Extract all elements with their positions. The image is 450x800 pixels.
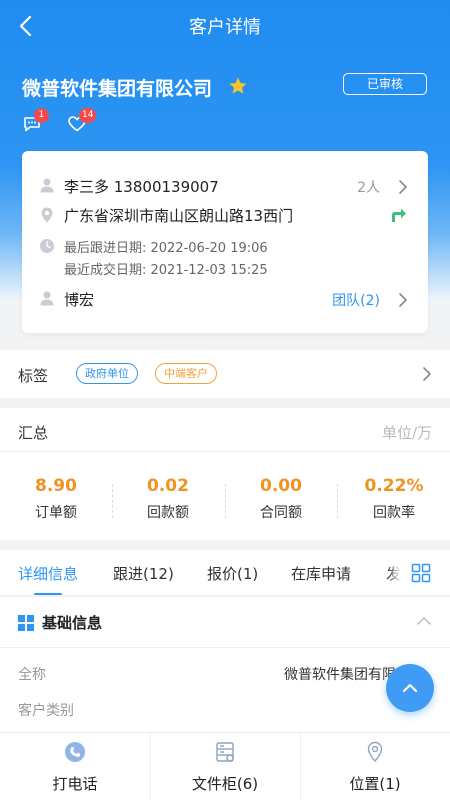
contact-count: 2人 [357,180,380,196]
grid-icon [411,563,431,583]
summary-unit: 单位/万 [381,424,432,442]
stat-label: 回款额 [147,505,189,521]
stat-payment-rate: 0.22% 回款率 [338,476,450,522]
summary-title: 汇总 [18,424,49,442]
address-text: 广东省深圳市南山区朗山路13西门 [64,207,294,225]
scroll-top-button[interactable] [386,664,434,712]
message-count-badge: 1 [34,108,49,123]
tags-label: 标签 [18,367,49,385]
person-icon [40,291,54,306]
call-label: 打电话 [52,775,98,793]
arrow-up-icon [402,683,418,693]
file-cabinet-button[interactable]: 文件柜(6) [150,733,300,800]
stat-label: 合同额 [260,505,302,521]
chevron-up-icon[interactable] [416,616,432,626]
chevron-right-icon [423,367,431,381]
last-follow-date: 最后跟进日期: 2022-06-20 19:06 [64,241,268,256]
tab-details[interactable]: 详细信息 [18,563,78,584]
page-title: 客户详情 [189,17,261,38]
location-button[interactable]: 位置(1) [300,733,450,800]
stat-value: 8.90 [35,476,77,496]
call-button[interactable]: 打电话 [0,733,150,800]
location-icon [367,741,383,763]
audit-status-badge: 已审核 [343,73,427,95]
stat-value: 0.22% [364,476,424,496]
company-name: 微普软件集团有限公司 [22,78,213,100]
location-label: 位置(1) [349,775,401,793]
person-icon [40,178,54,193]
tab-bar: 详细信息 跟进(12) 报价(1) 在库申请 发 [0,550,450,596]
divider [0,647,450,648]
field-label-full-name: 全称 [18,667,46,683]
tags-section[interactable]: 标签 政府单位 中端客户 [0,350,450,398]
clock-icon [40,239,54,253]
owner-name: 博宏 [64,291,95,309]
tab-more[interactable]: 发 [386,563,401,584]
stat-contract-amount: 0.00 合同额 [225,476,337,522]
stat-label: 回款率 [373,505,415,521]
stat-order-amount: 8.90 订单额 [0,476,112,522]
active-tab-indicator [34,593,62,595]
chevron-right-icon [399,293,407,307]
tab-grid-button[interactable] [400,550,450,595]
stat-value: 0.00 [260,476,302,496]
navigate-route-icon[interactable] [388,205,408,225]
contact-name-phone: 李三多 13800139007 [64,178,219,196]
file-cabinet-label: 文件柜(6) [191,775,259,793]
stat-payment-amount: 0.02 回款额 [112,476,224,522]
section-title: 基础信息 [42,614,103,632]
phone-icon [65,742,85,762]
last-deal-date: 最近成交日期: 2021-12-03 15:25 [64,263,268,278]
tab-stock-request[interactable]: 在库申请 [291,563,351,584]
like-count-badge: 14 [79,108,97,123]
tab-follow-up[interactable]: 跟进(12) [113,563,174,584]
file-cabinet-icon [216,742,234,762]
tag-government: 政府单位 [76,363,138,384]
chevron-right-icon [399,180,407,194]
bottom-action-bar: 打电话 文件柜(6) 位置(1) [0,732,450,800]
tag-midrange-customer: 中端客户 [155,363,217,384]
stat-value: 0.02 [147,476,189,496]
field-label-customer-type: 客户类别 [18,703,74,719]
tab-quotes[interactable]: 报价(1) [207,563,258,584]
summary-section: 汇总 单位/万 8.90 订单额 0.02 回款额 0.00 合同额 0.22%… [0,408,450,540]
favorite-star-icon[interactable] [228,76,248,96]
stat-label: 订单额 [35,505,77,521]
location-pin-icon [41,207,53,223]
contact-card: 李三多 13800139007 2人 广东省深圳市南山区朗山路13西门 最后跟进… [22,151,428,333]
divider [0,451,450,452]
basic-info-section: 基础信息 全称 微普软件集团有限公司 客户类别 [0,597,450,737]
nav-bar: 客户详情 [0,0,450,52]
section-grid-icon [18,615,34,631]
team-link[interactable]: 团队(2) [332,290,380,310]
